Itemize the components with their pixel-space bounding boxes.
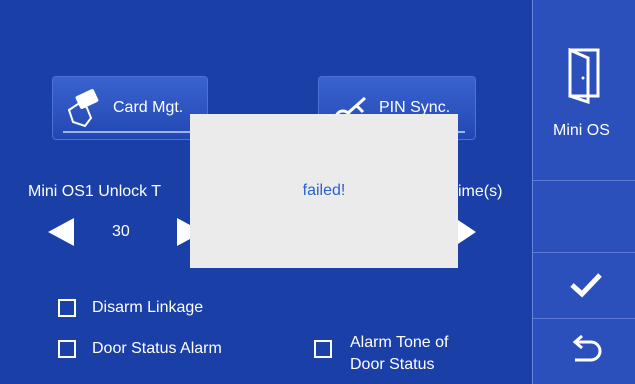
disarm-linkage-label: Disarm Linkage bbox=[92, 299, 204, 316]
message-dialog: failed! bbox=[190, 114, 458, 268]
check-icon[interactable] bbox=[569, 271, 603, 299]
alarm-tone-checkbox[interactable] bbox=[314, 340, 332, 358]
sidebar-divider bbox=[533, 318, 635, 319]
mini-os-tab[interactable]: Mini OS bbox=[533, 0, 635, 180]
alarm-tone-label-line2: Door Status bbox=[350, 356, 435, 373]
unlock-time-label-right: ime(s) bbox=[458, 183, 503, 200]
mini-os-label: Mini OS bbox=[553, 122, 610, 139]
unlock-time-label: Mini OS1 Unlock T bbox=[28, 183, 162, 200]
dialog-message: failed! bbox=[302, 182, 346, 199]
sidebar-divider bbox=[533, 252, 635, 253]
card-mgt-label: Card Mgt. bbox=[113, 99, 184, 116]
sidebar-divider bbox=[533, 180, 635, 181]
button-underline bbox=[63, 131, 197, 133]
card-mgt-button[interactable]: Card Mgt. bbox=[52, 76, 208, 140]
right-arrow-icon[interactable] bbox=[458, 216, 478, 248]
door-status-alarm-checkbox[interactable] bbox=[58, 340, 76, 358]
left-arrow-icon[interactable] bbox=[46, 216, 76, 248]
door-icon bbox=[568, 48, 600, 104]
unlock-time-value: 30 bbox=[112, 223, 130, 240]
card-icon bbox=[67, 89, 99, 128]
return-icon[interactable] bbox=[569, 334, 603, 366]
alarm-tone-label-line1: Alarm Tone of bbox=[350, 334, 449, 351]
door-status-alarm-label: Door Status Alarm bbox=[92, 340, 222, 357]
disarm-linkage-checkbox[interactable] bbox=[58, 299, 76, 317]
